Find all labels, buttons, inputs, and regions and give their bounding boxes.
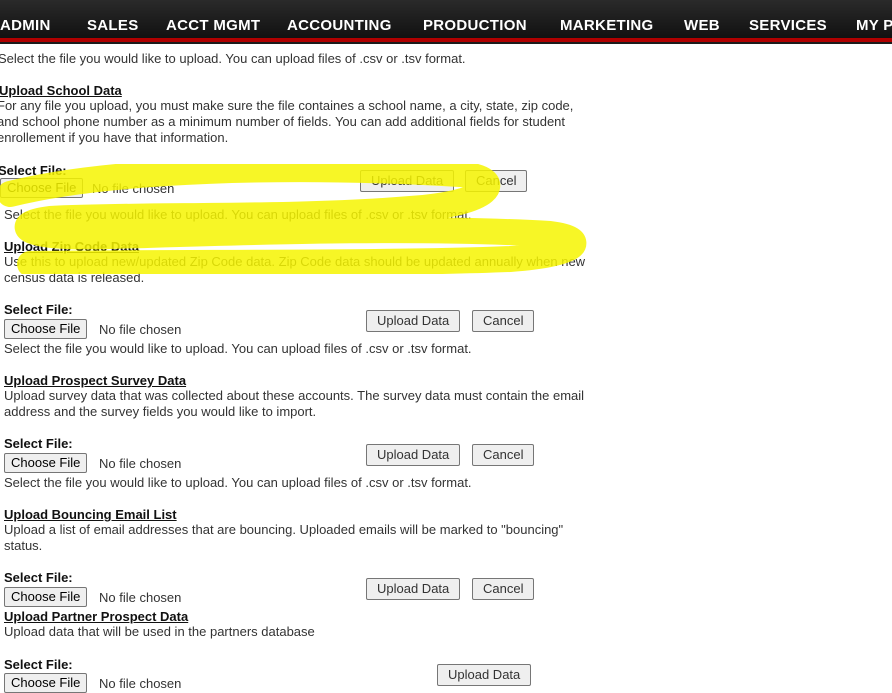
- upload-hint-text: Select the file you would like to upload…: [4, 475, 472, 490]
- top-hint-text: Select the file you would like to upload…: [0, 51, 466, 66]
- select-file-label: Select File:: [4, 657, 73, 672]
- cancel-button[interactable]: Cancel: [465, 170, 528, 192]
- select-file-label: Select File:: [4, 302, 73, 317]
- section-title: Upload Prospect Survey Data: [4, 373, 187, 388]
- section-description: Upload survey data that was collected ab…: [4, 388, 585, 419]
- select-file-label: Select File:: [0, 163, 67, 178]
- section-description: Upload data that will be used in the par…: [4, 624, 315, 639]
- section-title: Upload School Data: [0, 83, 122, 98]
- upload-data-button[interactable]: Upload Data: [366, 310, 461, 332]
- section-title: Upload Partner Prospect Data: [4, 609, 189, 624]
- nav-item-label: SERVICES: [749, 17, 827, 34]
- choose-file-button[interactable]: Choose File: [4, 319, 88, 339]
- choose-file-button[interactable]: Choose File: [4, 587, 88, 607]
- choose-file-button[interactable]: Choose File: [0, 178, 84, 198]
- no-file-text: No file chosen: [99, 322, 182, 337]
- nav-item-services[interactable]: SERVICES: [749, 0, 827, 38]
- select-file-label: Select File:: [4, 570, 73, 585]
- cancel-button[interactable]: Cancel: [472, 578, 535, 600]
- upload-data-button[interactable]: Upload Data: [360, 170, 455, 192]
- nav-item-label: ADMIN: [0, 17, 51, 34]
- nav-item-label: WEB: [684, 17, 720, 34]
- cancel-button[interactable]: Cancel: [472, 444, 535, 466]
- nav-item-admin[interactable]: ADMIN: [0, 0, 51, 38]
- section-description: For any file you upload, you must make s…: [0, 98, 574, 145]
- upload-data-button[interactable]: Upload Data: [366, 444, 461, 466]
- cancel-button[interactable]: Cancel: [472, 310, 535, 332]
- section-description: Use this to upload new/updated Zip Code …: [4, 254, 586, 285]
- nav-item-acct-mgmt[interactable]: ACCT MGMT: [166, 0, 260, 38]
- nav-item-sales[interactable]: SALES: [87, 0, 139, 38]
- upload-hint-text: Select the file you would like to upload…: [4, 207, 472, 222]
- section-title: Upload Zip Code Data: [4, 239, 140, 254]
- upload-data-button[interactable]: Upload Data: [366, 578, 461, 600]
- nav-accent-line: [0, 38, 892, 42]
- nav-item-label: MY P: [856, 17, 892, 34]
- no-file-text: No file chosen: [99, 456, 182, 471]
- no-file-text: No file chosen: [99, 676, 182, 691]
- nav-item-production[interactable]: PRODUCTION: [423, 0, 527, 38]
- top-nav: ADMIN SALES ACCT MGMT ACCOUNTING PRODUCT…: [0, 0, 892, 44]
- nav-item-label: ACCOUNTING: [287, 17, 392, 34]
- section-description: Upload a list of email addresses that ar…: [4, 522, 564, 553]
- section-title: Upload Bouncing Email List: [4, 507, 177, 522]
- nav-item-label: SALES: [87, 17, 139, 34]
- nav-item-accounting[interactable]: ACCOUNTING: [287, 0, 392, 38]
- nav-item-web[interactable]: WEB: [684, 0, 720, 38]
- no-file-text: No file chosen: [92, 181, 175, 196]
- no-file-text: No file chosen: [99, 590, 182, 605]
- choose-file-button[interactable]: Choose File: [4, 453, 88, 473]
- nav-item-marketing[interactable]: MARKETING: [560, 0, 654, 38]
- upload-hint-text: Select the file you would like to upload…: [4, 341, 472, 356]
- nav-item-label: MARKETING: [560, 17, 654, 34]
- upload-data-button[interactable]: Upload Data: [437, 664, 532, 686]
- select-file-label: Select File:: [4, 436, 73, 451]
- nav-item-label: ACCT MGMT: [166, 17, 261, 34]
- nav-item-my-p[interactable]: MY P: [856, 0, 892, 38]
- upload-page: Select the file you would like to upload…: [0, 44, 892, 693]
- choose-file-button[interactable]: Choose File: [4, 673, 88, 693]
- nav-item-label: PRODUCTION: [423, 17, 527, 34]
